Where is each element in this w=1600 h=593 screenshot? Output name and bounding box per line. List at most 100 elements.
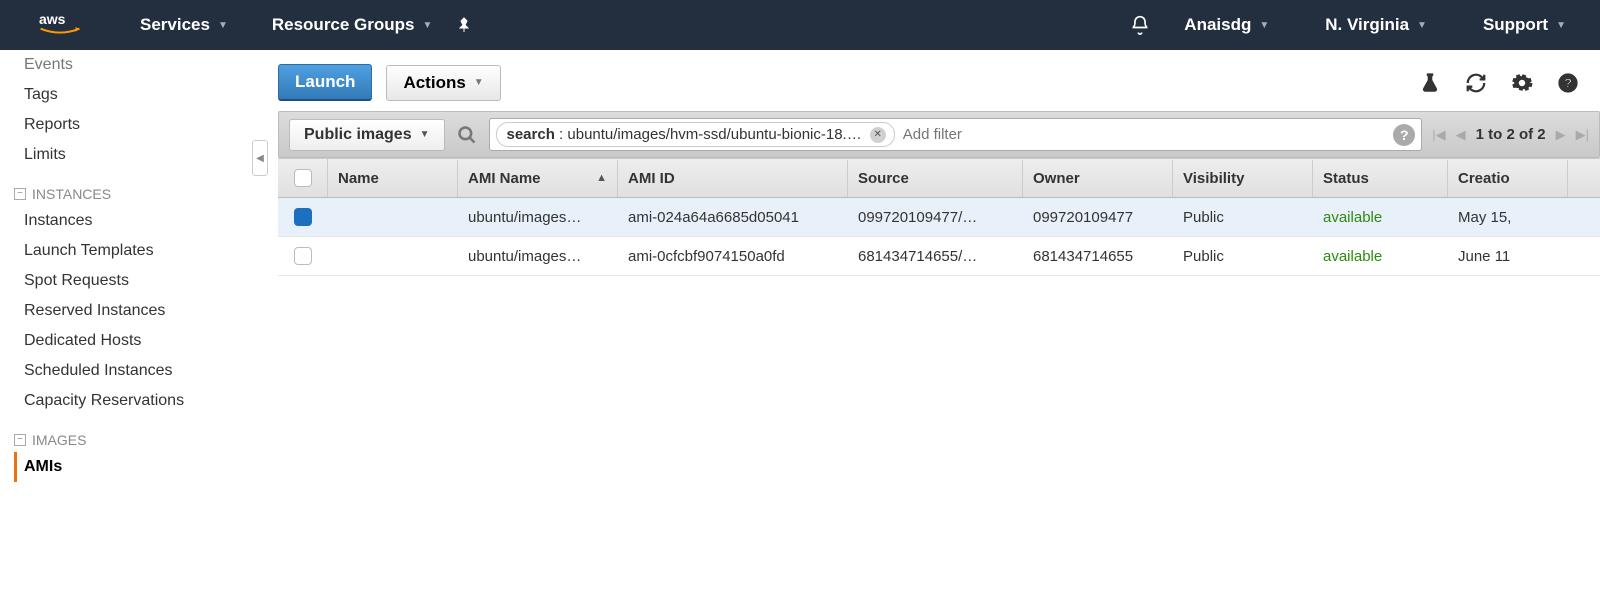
actions-button[interactable]: Actions ▼ bbox=[386, 65, 500, 101]
sidebar-item-instances[interactable]: Instances bbox=[14, 206, 260, 236]
sidebar-item-capacity-reservations[interactable]: Capacity Reservations bbox=[14, 386, 260, 416]
table-row[interactable]: ubuntu/images…ami-0cfcbf9074150a0fd68143… bbox=[278, 237, 1600, 276]
pager-range: 1 to 2 of 2 bbox=[1476, 126, 1546, 143]
actions-button-label: Actions bbox=[403, 73, 465, 93]
search-icon bbox=[455, 123, 479, 147]
main-content: Launch Actions ▼ ? bbox=[260, 50, 1600, 482]
filter-tag[interactable]: search : ubuntu/images/hvm-ssd/ubuntu-bi… bbox=[496, 122, 895, 147]
chevron-down-icon: ▼ bbox=[1259, 20, 1269, 31]
sidebar-collapse-handle[interactable]: ◀ bbox=[252, 140, 268, 176]
help-icon[interactable]: ? bbox=[1556, 71, 1580, 95]
bell-icon[interactable] bbox=[1130, 15, 1150, 35]
col-ami-name[interactable]: AMI Name▲ bbox=[458, 160, 618, 197]
nav-region[interactable]: N. Virginia ▼ bbox=[1303, 15, 1449, 35]
nav-services[interactable]: Services ▼ bbox=[118, 15, 250, 35]
cell-name bbox=[328, 246, 458, 266]
chevron-down-icon: ▼ bbox=[420, 129, 430, 140]
filter-tag-value: ubuntu/images/hvm-ssd/ubuntu-bionic-18.… bbox=[567, 126, 861, 143]
nav-resource-groups[interactable]: Resource Groups ▼ bbox=[250, 15, 455, 35]
cell-source: 099720109477/… bbox=[848, 199, 1023, 236]
cell-owner: 099720109477 bbox=[1023, 199, 1173, 236]
col-visibility[interactable]: Visibility bbox=[1173, 160, 1313, 197]
sidebar-item-limits[interactable]: Limits bbox=[14, 140, 260, 170]
cell-owner: 681434714655 bbox=[1023, 238, 1173, 275]
sidebar-item-reserved-instances[interactable]: Reserved Instances bbox=[14, 296, 260, 326]
chevron-down-icon: ▼ bbox=[1556, 20, 1566, 31]
scope-dropdown[interactable]: Public images ▼ bbox=[289, 119, 445, 151]
col-creation[interactable]: Creatio bbox=[1448, 160, 1568, 197]
col-status[interactable]: Status bbox=[1313, 160, 1448, 197]
row-checkbox[interactable] bbox=[294, 247, 312, 265]
sidebar-item-launch-templates[interactable]: Launch Templates bbox=[14, 236, 260, 266]
nav-user[interactable]: Anaisdg ▼ bbox=[1162, 15, 1291, 35]
pager-first-icon[interactable]: |◀ bbox=[1432, 127, 1445, 143]
select-all-checkbox[interactable] bbox=[294, 169, 312, 187]
nav-services-label: Services bbox=[140, 15, 210, 35]
table-header: Name AMI Name▲ AMI ID Source Owner Visib… bbox=[278, 158, 1600, 198]
col-source[interactable]: Source bbox=[848, 160, 1023, 197]
nav-user-label: Anaisdg bbox=[1184, 15, 1251, 35]
chevron-down-icon: ▼ bbox=[218, 20, 228, 31]
sidebar: ◀ Events Tags Reports Limits − INSTANCES… bbox=[0, 50, 260, 482]
table-row[interactable]: ubuntu/images…ami-024a64a6685d0504109972… bbox=[278, 198, 1600, 237]
ami-table: Name AMI Name▲ AMI ID Source Owner Visib… bbox=[278, 158, 1600, 276]
sort-asc-icon: ▲ bbox=[596, 172, 607, 184]
filter-help-icon[interactable]: ? bbox=[1393, 124, 1415, 146]
pager-next-icon[interactable]: ▶ bbox=[1556, 127, 1566, 143]
cell-visibility: Public bbox=[1173, 199, 1313, 236]
sidebar-item-events[interactable]: Events bbox=[14, 50, 260, 80]
chevron-down-icon: ▼ bbox=[423, 20, 433, 31]
sidebar-section-instances-label: INSTANCES bbox=[32, 186, 111, 202]
pager-last-icon[interactable]: ▶| bbox=[1576, 127, 1589, 143]
filter-tag-key: search bbox=[507, 126, 555, 143]
gear-icon[interactable] bbox=[1510, 71, 1534, 95]
collapse-icon: − bbox=[14, 434, 26, 446]
col-owner[interactable]: Owner bbox=[1023, 160, 1173, 197]
svg-text:aws: aws bbox=[39, 11, 66, 27]
chevron-down-icon: ▼ bbox=[1417, 20, 1427, 31]
filter-bar: Public images ▼ search : ubuntu/images/h… bbox=[278, 111, 1600, 158]
sidebar-item-scheduled-instances[interactable]: Scheduled Instances bbox=[14, 356, 260, 386]
sidebar-section-images[interactable]: − IMAGES bbox=[14, 428, 260, 452]
sidebar-item-spot-requests[interactable]: Spot Requests bbox=[14, 266, 260, 296]
nav-support-label: Support bbox=[1483, 15, 1548, 35]
filter-input[interactable] bbox=[895, 122, 1394, 147]
sidebar-section-images-label: IMAGES bbox=[32, 432, 86, 448]
flask-icon[interactable] bbox=[1418, 71, 1442, 95]
pin-icon[interactable] bbox=[454, 15, 474, 35]
row-checkbox[interactable] bbox=[294, 208, 312, 226]
sidebar-item-reports[interactable]: Reports bbox=[14, 110, 260, 140]
col-ami-id[interactable]: AMI ID bbox=[618, 160, 848, 197]
cell-ami-name: ubuntu/images… bbox=[458, 238, 618, 275]
cell-status: available bbox=[1313, 199, 1448, 236]
pager-prev-icon[interactable]: ◀ bbox=[1456, 127, 1466, 143]
col-name[interactable]: Name bbox=[328, 160, 458, 197]
launch-button[interactable]: Launch bbox=[278, 64, 372, 101]
sidebar-item-tags[interactable]: Tags bbox=[14, 80, 260, 110]
filter-box: search : ubuntu/images/hvm-ssd/ubuntu-bi… bbox=[489, 118, 1423, 151]
collapse-icon: − bbox=[14, 188, 26, 200]
cell-ami-id: ami-0cfcbf9074150a0fd bbox=[618, 238, 848, 275]
cell-source: 681434714655/… bbox=[848, 238, 1023, 275]
refresh-icon[interactable] bbox=[1464, 71, 1488, 95]
cell-name bbox=[328, 207, 458, 227]
aws-logo[interactable]: aws bbox=[30, 10, 90, 41]
nav-support[interactable]: Support ▼ bbox=[1461, 15, 1588, 35]
cell-creation: May 15, bbox=[1448, 199, 1568, 236]
remove-filter-icon[interactable]: ✕ bbox=[870, 127, 886, 143]
pager: |◀ ◀ 1 to 2 of 2 ▶ ▶| bbox=[1432, 126, 1589, 143]
sidebar-item-dedicated-hosts[interactable]: Dedicated Hosts bbox=[14, 326, 260, 356]
chevron-down-icon: ▼ bbox=[474, 77, 484, 88]
nav-resource-groups-label: Resource Groups bbox=[272, 15, 415, 35]
sidebar-section-instances[interactable]: − INSTANCES bbox=[14, 182, 260, 206]
cell-ami-name: ubuntu/images… bbox=[458, 199, 618, 236]
top-nav: aws Services ▼ Resource Groups ▼ Anaisdg… bbox=[0, 0, 1600, 50]
nav-region-label: N. Virginia bbox=[1325, 15, 1409, 35]
cell-creation: June 11 bbox=[1448, 238, 1568, 275]
cell-status: available bbox=[1313, 238, 1448, 275]
cell-visibility: Public bbox=[1173, 238, 1313, 275]
scope-dropdown-label: Public images bbox=[304, 126, 412, 144]
svg-text:?: ? bbox=[1564, 75, 1572, 90]
sidebar-item-amis[interactable]: AMIs bbox=[14, 452, 260, 482]
cell-ami-id: ami-024a64a6685d05041 bbox=[618, 199, 848, 236]
